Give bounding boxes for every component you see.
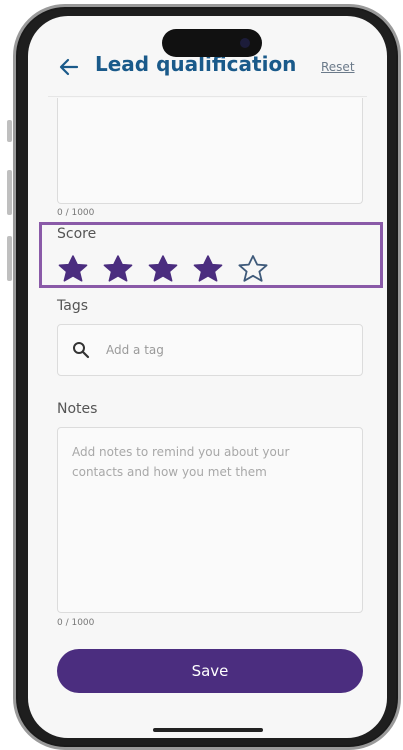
- tags-label: Tags: [57, 298, 88, 314]
- notes-placeholder: Add notes to remind you about your conta…: [72, 445, 290, 479]
- app-screen: Lead qualification Reset 0 / 1000 Score …: [28, 16, 387, 738]
- front-camera: [240, 38, 250, 48]
- star-filled-icon[interactable]: [102, 254, 134, 282]
- star-filled-icon[interactable]: [192, 254, 224, 282]
- search-icon: [73, 342, 90, 359]
- tag-input[interactable]: Add a tag: [57, 324, 363, 376]
- silent-switch: [7, 120, 12, 142]
- star-filled-icon[interactable]: [57, 254, 89, 282]
- home-indicator: [153, 728, 263, 732]
- star-empty-icon[interactable]: [237, 254, 269, 282]
- previous-character-counter: 0 / 1000: [57, 208, 95, 218]
- back-arrow-icon[interactable]: [58, 56, 80, 78]
- notes-label: Notes: [57, 401, 98, 417]
- notes-character-counter: 0 / 1000: [57, 618, 95, 628]
- tag-input-placeholder: Add a tag: [106, 343, 164, 357]
- star-filled-icon[interactable]: [147, 254, 179, 282]
- score-star-rating[interactable]: [57, 254, 269, 282]
- reset-link[interactable]: Reset: [321, 60, 355, 74]
- volume-up-button: [7, 170, 12, 215]
- notes-textarea[interactable]: Add notes to remind you about your conta…: [57, 427, 363, 613]
- volume-down-button: [7, 236, 12, 281]
- save-button[interactable]: Save: [57, 649, 363, 693]
- header-divider: [48, 96, 367, 97]
- previous-text-area[interactable]: [57, 98, 363, 204]
- score-label: Score: [57, 226, 97, 242]
